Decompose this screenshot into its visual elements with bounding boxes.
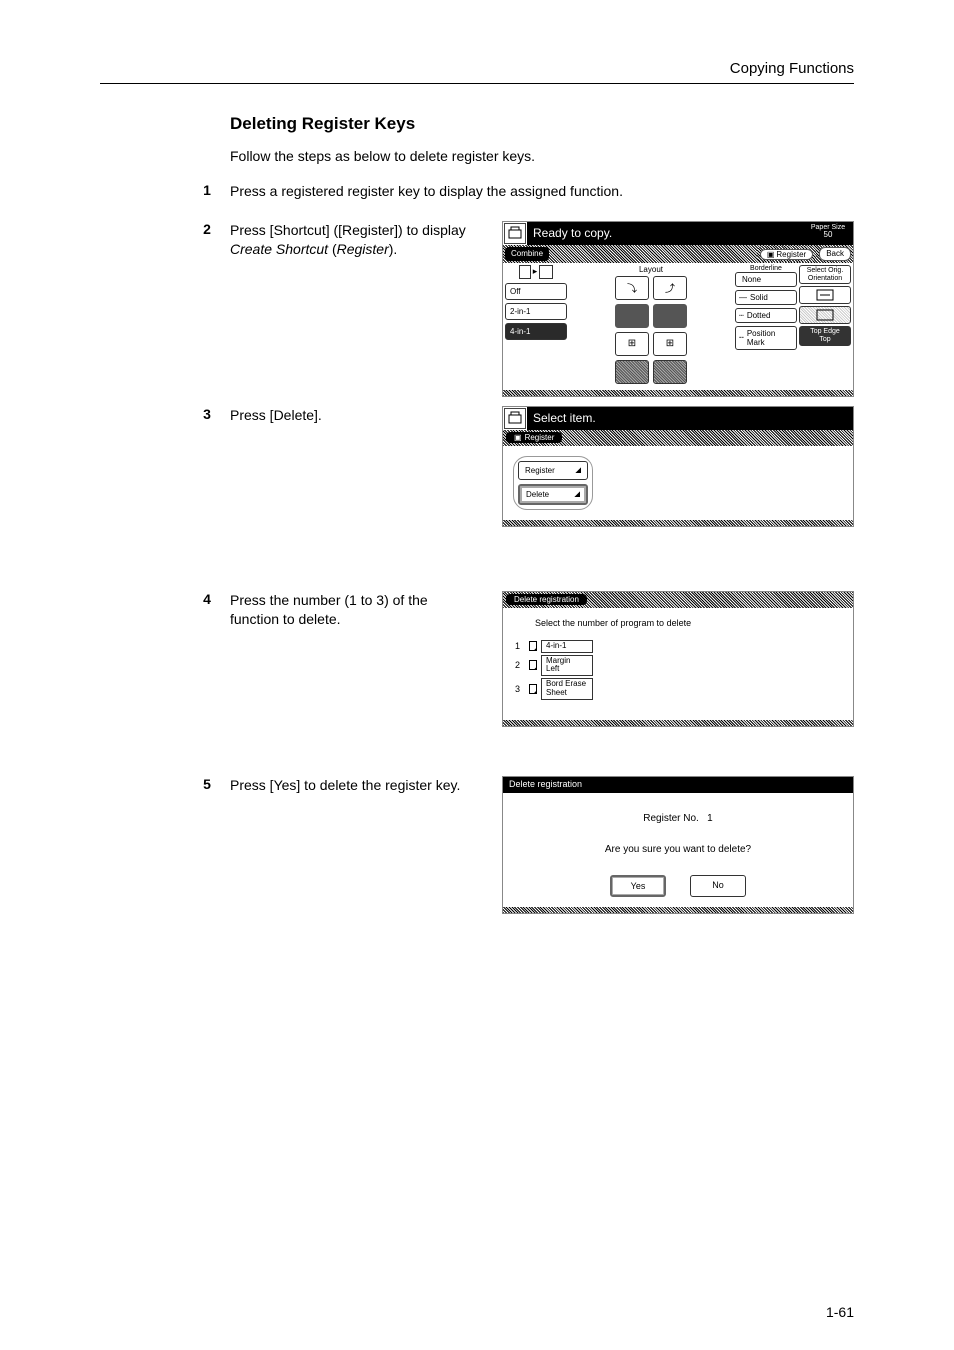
confirm-text: Are you sure you want to delete?	[511, 844, 845, 855]
step-text-5: Press [Yes] to delete the register key.	[230, 776, 480, 795]
border-position[interactable]: ╌Position Mark	[735, 326, 797, 350]
page-number: 1-61	[826, 1304, 854, 1320]
program-icon	[529, 641, 537, 651]
layout-opt-g[interactable]	[615, 360, 649, 384]
option-4in1[interactable]: 4-in-1	[505, 323, 567, 340]
layout-label: Layout	[569, 265, 733, 274]
select-orig-orientation[interactable]: Select Orig. Orientation	[799, 265, 851, 284]
copy-icon	[504, 408, 526, 429]
header-rule	[100, 83, 854, 84]
intro-text: Follow the steps as below to delete regi…	[230, 148, 854, 164]
layout-opt-f[interactable]: ⊞	[653, 332, 687, 356]
screen1-title: Ready to copy.	[527, 222, 803, 245]
paper-size-indicator: Paper Size 50	[803, 222, 853, 245]
screen2-title: Select item.	[527, 407, 853, 430]
delete-confirm-header: Delete registration	[503, 777, 853, 793]
delete-option[interactable]: Delete	[518, 484, 588, 505]
combine-tab[interactable]: Combine	[505, 247, 549, 261]
delete-sub-text: Select the number of program to delete	[535, 618, 845, 628]
layout-opt-c[interactable]	[615, 304, 649, 328]
screen-delete-registration-list: Delete registration Select the number of…	[502, 591, 854, 727]
step-number-2: 2	[184, 221, 230, 237]
border-none[interactable]: None	[735, 272, 797, 287]
top-edge-top[interactable]: Top Edge Top	[799, 326, 851, 345]
copy-icon	[504, 223, 526, 244]
borderline-label: Borderline	[735, 265, 797, 272]
orientation-icon-1[interactable]	[799, 286, 851, 304]
layout-opt-e[interactable]: ⊞	[615, 332, 649, 356]
program-item-2[interactable]: 2 Margin Left	[515, 655, 845, 677]
layout-opt-a[interactable]: ⤵	[615, 276, 649, 300]
screen-ready-to-copy: Ready to copy. Paper Size 50 Combine ▣Re…	[502, 221, 854, 397]
layout-opt-d[interactable]	[653, 304, 687, 328]
step-text-1: Press a registered register key to displ…	[230, 182, 623, 201]
program-item-3[interactable]: 3 Bord Erase Sheet	[515, 678, 845, 700]
program-icon	[529, 660, 537, 670]
layout-opt-h[interactable]	[653, 360, 687, 384]
header-section: Copying Functions	[100, 60, 854, 77]
step-text-3: Press [Delete].	[230, 406, 480, 425]
combine-icon-strip: ▸	[505, 265, 567, 279]
step-number-4: 4	[184, 591, 230, 607]
step-number-3: 3	[184, 406, 230, 422]
program-item-1[interactable]: 1 4-in-1	[515, 640, 845, 653]
screen-delete-confirm: Delete registration Register No. 1 Are y…	[502, 776, 854, 914]
option-2in1[interactable]: 2-in-1	[505, 303, 567, 320]
step-text-4: Press the number (1 to 3) of the functio…	[230, 591, 480, 629]
border-solid[interactable]: —Solid	[735, 290, 797, 305]
register-delete-group: Register Delete	[513, 456, 593, 510]
orientation-icon-2[interactable]	[799, 306, 851, 324]
register-button[interactable]: ▣Register	[760, 249, 813, 260]
back-button[interactable]: Back	[819, 247, 851, 261]
step-number-1: 1	[184, 182, 230, 198]
section-title: Deleting Register Keys	[230, 114, 854, 134]
register-option[interactable]: Register	[518, 461, 588, 480]
yes-button[interactable]: Yes	[610, 875, 666, 897]
option-off[interactable]: Off	[505, 283, 567, 300]
no-button[interactable]: No	[690, 875, 746, 897]
screen-select-item: Select item. ▣Register Register Delete	[502, 406, 854, 527]
layout-opt-b[interactable]: ⤴	[653, 276, 687, 300]
step-text-2: Press [Shortcut] ([Register]) to display…	[230, 221, 480, 259]
register-tab[interactable]: ▣Register	[506, 432, 562, 443]
program-icon	[529, 684, 537, 694]
delete-registration-tab[interactable]: Delete registration	[506, 594, 587, 605]
register-no-row: Register No. 1	[511, 813, 845, 824]
step-number-5: 5	[184, 776, 230, 792]
border-dotted[interactable]: ┄Dotted	[735, 308, 797, 323]
